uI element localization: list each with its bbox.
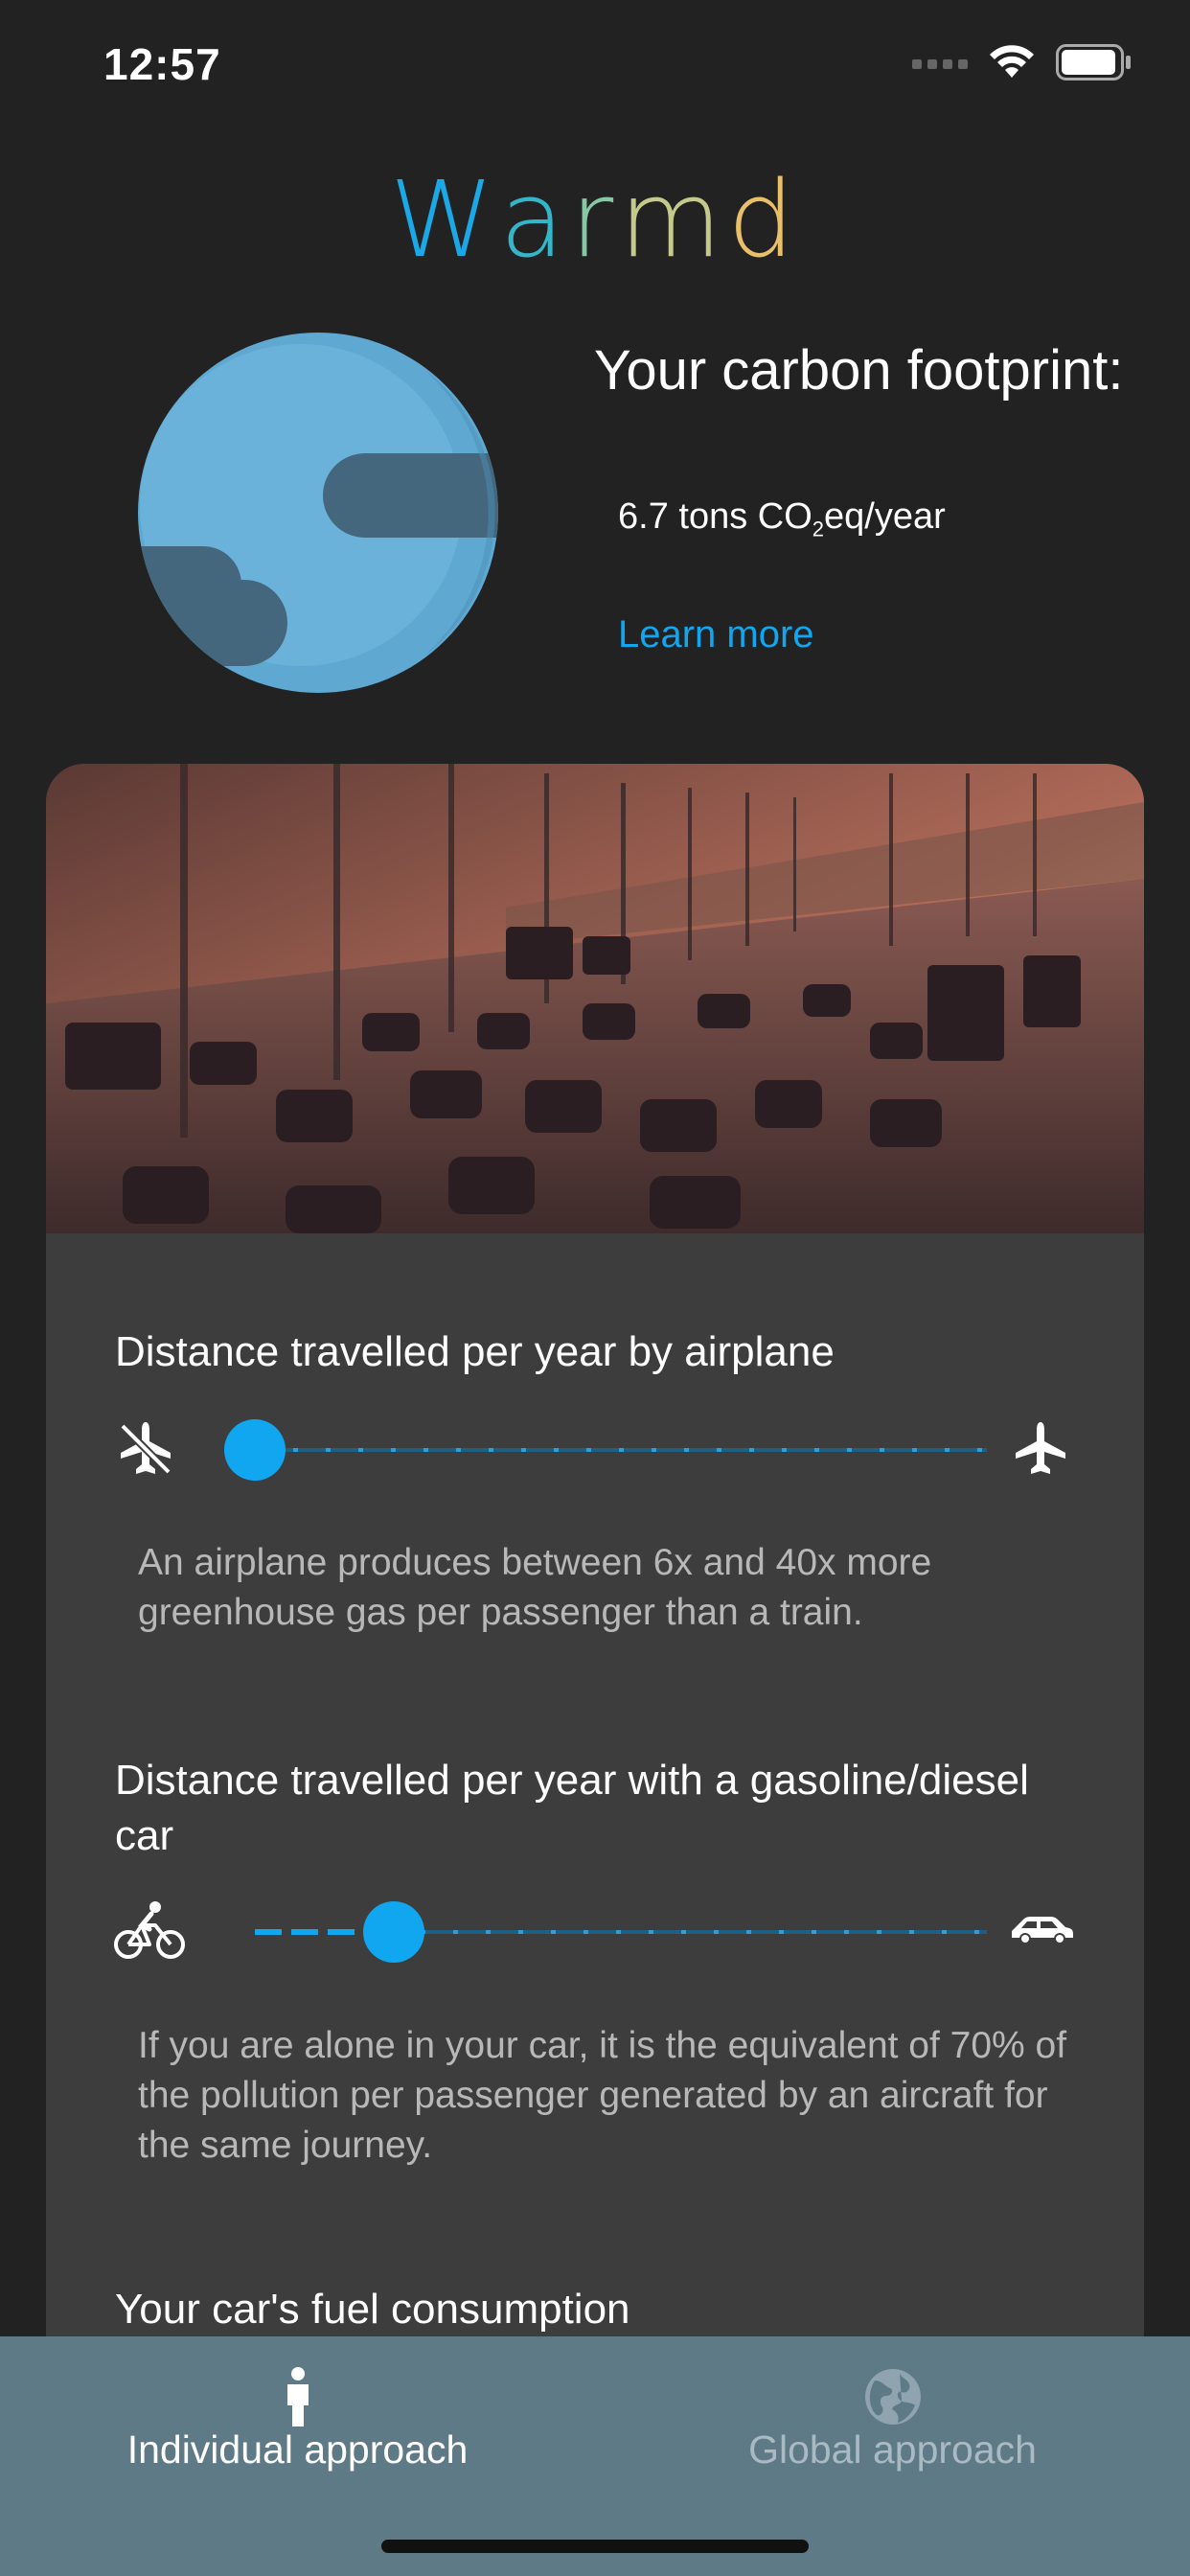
tab-bar: Individual approach Global approach	[0, 2336, 1190, 2576]
car-icon[interactable]	[1008, 1912, 1075, 1946]
traffic-hero-image	[46, 764, 1144, 1233]
tab-individual-label: Individual approach	[126, 2427, 469, 2472]
car-distance-slider-fill	[255, 1929, 376, 1935]
footprint-value-suffix: eq/year	[824, 496, 946, 537]
bicycle-icon[interactable]	[113, 1900, 186, 1962]
app-title-letter: m	[619, 158, 728, 281]
car-description: If you are alone in your car, it is the …	[138, 2025, 1067, 2166]
airplane-icon[interactable]	[1010, 1418, 1071, 1480]
airplane-description: An airplane produces between 6x and 40x …	[138, 1542, 932, 1633]
app-title-letter: a	[499, 158, 570, 281]
footprint-value-subscript: 2	[812, 517, 825, 541]
car-distance-slider-thumb[interactable]	[363, 1901, 425, 1963]
tab-global-approach[interactable]: Global approach	[595, 2336, 1190, 2528]
tab-individual-approach[interactable]: Individual approach	[0, 2336, 595, 2528]
globe-icon	[864, 2369, 921, 2425]
wifi-icon	[990, 45, 1034, 78]
airplane-distance-title: Distance travelled per year by airplane	[115, 1328, 835, 1375]
person-icon	[286, 2367, 309, 2426]
tab-global-label: Global approach	[748, 2427, 1037, 2472]
app-title: Warmd	[0, 158, 1190, 281]
airplane-distance-slider-thumb[interactable]	[224, 1419, 286, 1481]
footprint-heading: Your carbon footprint:	[594, 339, 1124, 402]
footprint-value-prefix: 6.7 tons CO	[618, 496, 812, 537]
footprint-value: 6.7 tons CO2eq/year	[618, 496, 946, 542]
car-distance-slider-track[interactable]	[413, 1930, 987, 1934]
signal-icon	[912, 59, 968, 69]
transport-card: Distance travelled per year by airplane …	[46, 764, 1144, 2576]
no-airplane-icon[interactable]	[115, 1418, 176, 1480]
status-bar: 12:57	[0, 0, 1190, 125]
home-indicator	[381, 2540, 809, 2553]
car-distance-title: Distance travelled per year with a gasol…	[115, 1757, 1029, 1859]
app-title-letter: W	[389, 158, 500, 281]
status-icons	[912, 44, 1133, 80]
earth-globe-icon	[138, 333, 498, 693]
airplane-distance-slider-track[interactable]	[253, 1448, 987, 1452]
app-title-letter: r	[569, 158, 620, 281]
status-time: 12:57	[103, 39, 221, 89]
battery-icon	[1056, 44, 1131, 80]
learn-more-link[interactable]: Learn more	[618, 613, 814, 656]
fuel-consumption-title: Your car's fuel consumption	[115, 2286, 630, 2333]
app-title-letter: d	[727, 158, 801, 281]
